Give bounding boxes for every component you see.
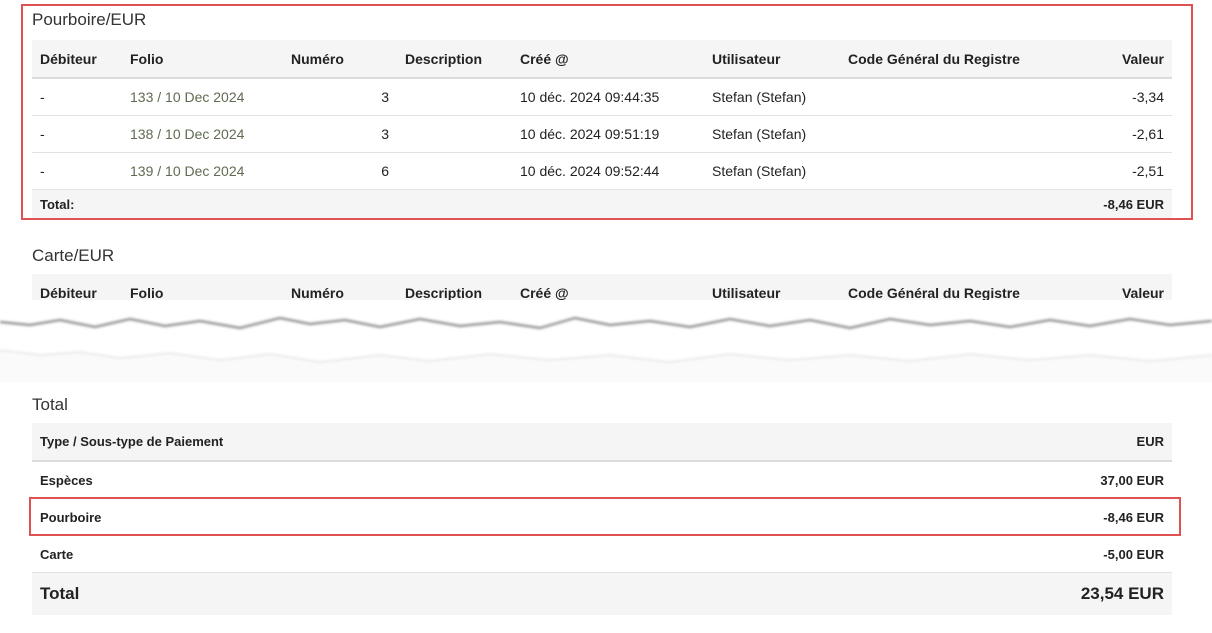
summary-table-container: Type / Sous-type de Paiement EUR Espèces… xyxy=(32,423,1172,615)
folio-link[interactable]: 139 / 10 Dec 2024 xyxy=(122,152,283,190)
table-row: - 139 / 10 Dec 2024 6 10 déc. 2024 09:52… xyxy=(32,152,1172,190)
grand-total-row: Total 23,54 EUR xyxy=(32,572,1172,615)
cell-description xyxy=(397,152,512,190)
cell-debiteur: - xyxy=(32,115,122,153)
cell-numero: 3 xyxy=(283,78,397,116)
cell-description xyxy=(397,78,512,116)
cell-code xyxy=(840,115,1070,153)
cell-cree: 10 déc. 2024 09:52:44 xyxy=(512,152,704,190)
header-valeur[interactable]: Valeur xyxy=(1070,40,1172,78)
cell-cree: 10 déc. 2024 09:44:35 xyxy=(512,78,704,116)
header-numero[interactable]: Numéro xyxy=(283,40,397,78)
pourboire-table-container: Débiteur Folio Numéro Description Créé @… xyxy=(32,40,1172,218)
payment-type-value: 37,00 EUR xyxy=(832,461,1172,499)
header-payment-type: Type / Sous-type de Paiement xyxy=(40,434,224,449)
cell-valeur: -3,34 xyxy=(1070,78,1172,116)
table-header-row: Type / Sous-type de Paiement EUR xyxy=(32,423,1172,461)
payment-type-value: -8,46 EUR xyxy=(832,498,1172,536)
cell-valeur: -2,61 xyxy=(1070,115,1172,153)
header-code[interactable]: Code Général du Registre xyxy=(840,40,1070,78)
payment-type-label: Pourboire xyxy=(32,498,832,536)
cell-code xyxy=(840,78,1070,116)
summary-table: Type / Sous-type de Paiement EUR Espèces… xyxy=(32,423,1172,615)
header-currency: EUR xyxy=(1136,434,1164,449)
total-value: -8,46 EUR xyxy=(1103,196,1164,212)
cell-description xyxy=(397,115,512,153)
header-cree[interactable]: Créé @ xyxy=(512,40,704,78)
header-description[interactable]: Description xyxy=(397,40,512,78)
cell-cree: 10 déc. 2024 09:51:19 xyxy=(512,115,704,153)
table-header-row: Débiteur Folio Numéro Description Créé @… xyxy=(32,40,1172,78)
table-row: Pourboire -8,46 EUR xyxy=(32,498,1172,536)
payment-type-value: -5,00 EUR xyxy=(832,535,1172,573)
table-row: Carte -5,00 EUR xyxy=(32,535,1172,573)
carte-section-title: Carte/EUR xyxy=(32,246,115,265)
cell-debiteur: - xyxy=(32,152,122,190)
header-utilisateur[interactable]: Utilisateur xyxy=(704,40,840,78)
header-debiteur[interactable]: Débiteur xyxy=(32,40,122,78)
cell-numero: 6 xyxy=(283,152,397,190)
cell-utilisateur: Stefan (Stefan) xyxy=(704,152,840,190)
cell-valeur: -2,51 xyxy=(1070,152,1172,190)
total-row: Total: -8,46 EUR xyxy=(32,189,1172,218)
cell-numero: 3 xyxy=(283,115,397,153)
folio-link[interactable]: 138 / 10 Dec 2024 xyxy=(122,115,283,153)
cell-debiteur: - xyxy=(32,78,122,116)
grand-total-value: 23,54 EUR xyxy=(832,572,1172,615)
folio-link[interactable]: 133 / 10 Dec 2024 xyxy=(122,78,283,116)
torn-edge-divider xyxy=(0,300,1212,382)
table-row: - 138 / 10 Dec 2024 3 10 déc. 2024 09:51… xyxy=(32,115,1172,153)
pourboire-table: Débiteur Folio Numéro Description Créé @… xyxy=(32,40,1172,218)
cell-utilisateur: Stefan (Stefan) xyxy=(704,115,840,153)
summary-section-title: Total xyxy=(32,395,68,414)
pourboire-section-title: Pourboire/EUR xyxy=(32,10,147,29)
cell-utilisateur: Stefan (Stefan) xyxy=(704,78,840,116)
total-label: Total: xyxy=(40,196,75,212)
payment-type-label: Carte xyxy=(32,535,832,573)
header-folio[interactable]: Folio xyxy=(122,40,283,78)
table-row: - 133 / 10 Dec 2024 3 10 déc. 2024 09:44… xyxy=(32,78,1172,116)
table-row: Espèces 37,00 EUR xyxy=(32,461,1172,499)
grand-total-label: Total xyxy=(32,572,832,615)
cell-code xyxy=(840,152,1070,190)
payment-type-label: Espèces xyxy=(32,461,832,499)
